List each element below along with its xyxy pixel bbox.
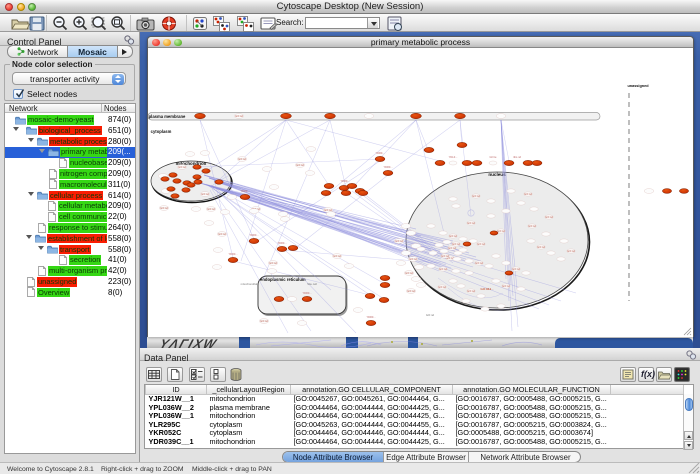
svg-text:GO:nd: GO:nd — [260, 319, 268, 323]
svg-text:GO:nd: GO:nd — [512, 267, 520, 271]
svg-text:YDR0...: YDR0... — [277, 241, 286, 245]
svg-text:GO:te: GO:te — [490, 155, 497, 159]
svg-text:YDR0...: YDR0... — [366, 315, 375, 319]
svg-text:GO:nd: GO:nd — [235, 114, 243, 118]
svg-text:YDR0...: YDR0... — [228, 252, 237, 256]
svg-text:GO:nd: GO:nd — [567, 249, 575, 253]
svg-text:GO:nd: GO:nd — [218, 232, 226, 236]
svg-text:YDR0...: YDR0... — [249, 233, 258, 237]
svg-text:GO:nd: GO:nd — [409, 257, 417, 261]
svg-text:GO:nd: GO:nd — [395, 239, 403, 243]
svg-text:GO:nd: GO:nd — [207, 207, 215, 211]
svg-text:GO:nd: GO:nd — [475, 261, 483, 265]
svg-text:GO:nd: GO:nd — [452, 242, 460, 246]
svg-text:GO:nd: GO:nd — [497, 229, 505, 233]
svg-text:GO:nd: GO:nd — [537, 245, 545, 249]
svg-text:YDR0...: YDR0... — [302, 291, 311, 295]
svg-text:GO:nd: GO:nd — [178, 165, 186, 169]
svg-text:mitochondrial: mitochondrial — [241, 282, 258, 286]
svg-text:GO:nd: GO:nd — [502, 284, 510, 288]
svg-text:GO:nd: GO:nd — [324, 208, 332, 212]
svg-text:GO:nd: GO:nd — [528, 224, 536, 228]
svg-text:GO:nd: GO:nd — [426, 313, 435, 317]
svg-text:YDR0...: YDR0... — [240, 189, 249, 193]
svg-text:GO:nd: GO:nd — [160, 206, 168, 210]
svg-text:endoplasmic reticulum: endoplasmic reticulum — [260, 277, 306, 282]
svg-text:YDR0...: YDR0... — [340, 179, 349, 183]
svg-text:YDL0...: YDL0... — [449, 155, 458, 159]
svg-text:GO:nd: GO:nd — [448, 246, 456, 250]
svg-text:GO:nd: GO:nd — [238, 157, 246, 161]
svg-text:GO:nd: GO:nd — [524, 192, 532, 196]
svg-text:Site cell: Site cell — [307, 282, 317, 286]
svg-text:GO:044...: GO:044... — [480, 287, 493, 291]
svg-text:unassigned: unassigned — [627, 84, 649, 88]
svg-text:GO:nd: GO:nd — [449, 234, 457, 238]
svg-text:GO:nd: GO:nd — [269, 261, 277, 265]
svg-text:GO:nd: GO:nd — [467, 289, 475, 293]
svg-text:GO:nd: GO:nd — [333, 254, 341, 258]
svg-text:ribo nd: ribo nd — [513, 155, 521, 159]
svg-text:GO:nd: GO:nd — [201, 192, 209, 196]
svg-text:GO:nd: GO:nd — [407, 289, 415, 293]
svg-text:plasma membrane: plasma membrane — [149, 114, 186, 119]
svg-text:GO:nd: GO:nd — [467, 221, 475, 225]
svg-text:GO:nd: GO:nd — [296, 163, 304, 167]
svg-text:GO:nd: GO:nd — [441, 254, 449, 258]
svg-text:GO:nd: GO:nd — [477, 242, 485, 246]
svg-text:GO:nd: GO:nd — [472, 194, 480, 198]
svg-text:GO:nd: GO:nd — [438, 285, 446, 289]
svg-text:YDR0...: YDR0... — [383, 165, 392, 169]
svg-text:YDR0...: YDR0... — [375, 151, 384, 155]
svg-text:GO:nd: GO:nd — [545, 215, 553, 219]
svg-text:cytoplasm: cytoplasm — [151, 129, 172, 134]
svg-text:GO:nd: GO:nd — [439, 267, 447, 271]
svg-text:GO:nd: GO:nd — [405, 271, 413, 275]
